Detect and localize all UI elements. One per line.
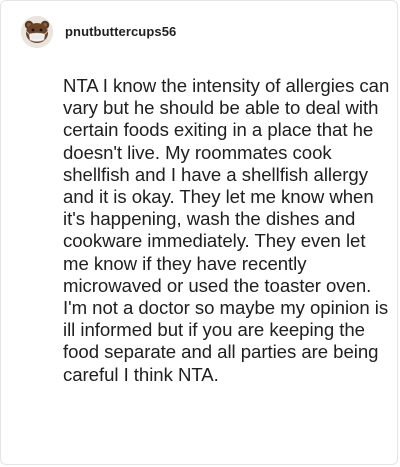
comment-header: pnutbuttercups56 (21, 16, 176, 48)
user-avatar[interactable] (21, 16, 53, 48)
comment-text: NTA I know the intensity of allergies ca… (63, 75, 390, 385)
bear-with-mask-avatar-icon (21, 16, 53, 48)
username[interactable]: pnutbuttercups56 (65, 24, 176, 40)
comment-card: pnutbuttercups56 NTA I know the intensit… (0, 0, 398, 465)
